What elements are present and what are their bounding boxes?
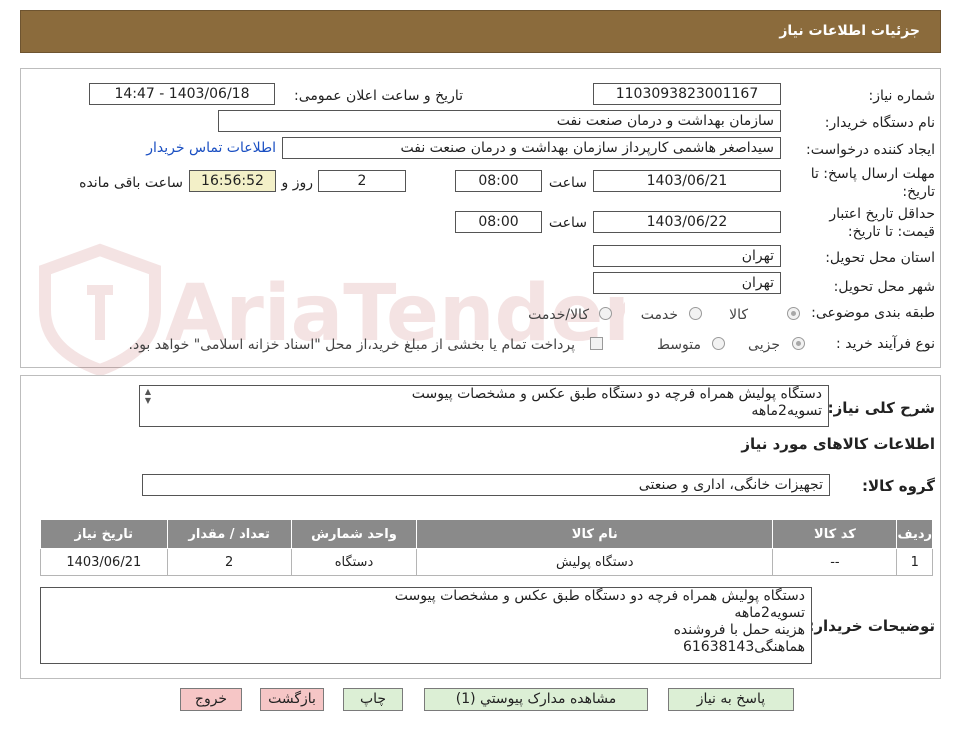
price-validity-label-2: قیمت: تا تاریخ: (847, 224, 935, 240)
announce-datetime-field: 1403/06/18 - 14:47 (89, 83, 275, 105)
view-attachments-button[interactable]: مشاهده مدارک پیوستي (1) (424, 688, 648, 711)
buyer-notes-line-3: هزینه حمل با فروشنده (673, 622, 805, 638)
price-validity-time-field: 08:00 (455, 211, 542, 233)
province-field: تهران (593, 245, 781, 267)
page-header: جزئیات اطلاعات نیاز (20, 10, 941, 53)
cell-unit: دستگاه (290, 548, 418, 576)
back-button[interactable]: بازگشت (260, 688, 324, 711)
reply-time-label: ساعت (548, 175, 587, 191)
goods-group-label: گروه کالا: (862, 477, 935, 495)
price-validity-time-label: ساعت (548, 215, 587, 231)
reply-date-field: 1403/06/21 (593, 170, 781, 192)
buyer-notes-textarea: دستگاه پولیش همراه فرچه دو دستگاه طبق عک… (40, 587, 812, 664)
process-option-medium: متوسط (657, 337, 701, 353)
price-validity-date-field: 1403/06/22 (593, 211, 781, 233)
requester-label: ایجاد کننده درخواست: (806, 142, 935, 158)
city-label: شهر محل تحویل: (833, 279, 935, 295)
reply-time-field: 08:00 (455, 170, 542, 192)
summary-line-1: دستگاه پولیش همراه فرچه دو دستگاه طبق عک… (411, 386, 822, 402)
exit-button[interactable]: خروج (180, 688, 242, 711)
remaining-time-label: ساعت باقی مانده (79, 175, 183, 191)
buyer-notes-line-4: هماهنگی61638143 (682, 639, 805, 655)
remaining-days-field: 2 (318, 170, 406, 192)
buyer-org-field: سازمان بهداشت و درمان صنعت نفت (218, 110, 781, 132)
buyer-notes-label: توضیحات خریدار: (808, 617, 935, 635)
price-validity-label-1: حداقل تاریخ اعتبار (829, 206, 935, 222)
buyer-notes-line-1: دستگاه پولیش همراه فرچه دو دستگاه طبق عک… (394, 588, 805, 604)
cell-goods-code: -- (772, 548, 898, 576)
buyer-notes-line-2: تسویه2ماهه (734, 605, 805, 621)
cell-quantity: 2 (166, 548, 292, 576)
reply-deadline-label-1: مهلت ارسال پاسخ: تا (810, 166, 935, 182)
announce-datetime-label: تاریخ و ساعت اعلان عمومی: (294, 88, 463, 104)
summary-textarea: دستگاه پولیش همراه فرچه دو دستگاه طبق عک… (139, 385, 829, 427)
reply-deadline-label-2: تاریخ: (902, 184, 935, 200)
category-radio-goods[interactable] (787, 307, 800, 320)
need-number-label: شماره نیاز: (868, 88, 936, 104)
remaining-days-label: روز و (281, 175, 314, 191)
table-row: 1 -- دستگاه پولیش دستگاه 2 1403/06/21 (40, 548, 933, 576)
category-option-goods-service: کالا/خدمت (528, 307, 589, 323)
category-option-goods: کالا (729, 307, 748, 323)
remaining-time-field: 16:56:52 (189, 170, 276, 192)
category-radio-goods-service[interactable] (599, 307, 612, 320)
summary-scroll-arrows[interactable]: ▲ ▼ (141, 387, 155, 405)
cell-goods-name: دستگاه پولیش (416, 548, 774, 576)
buyer-contact-link[interactable]: اطلاعات تماس خریدار (146, 140, 276, 156)
goods-table: ردیف کد کالا نام کالا واحد شمارش تعداد /… (40, 519, 933, 576)
need-number-field: 1103093823001167 (593, 83, 781, 105)
treasury-payment-note: پرداخت تمام یا بخشی از مبلغ خرید،از محل … (128, 337, 575, 353)
col-row-number: ردیف (896, 519, 933, 549)
summary-line-2: تسویه2ماهه (751, 403, 822, 419)
col-goods-code: کد کالا (772, 519, 898, 549)
category-option-service: خدمت (640, 307, 678, 323)
treasury-payment-checkbox[interactable] (590, 337, 603, 350)
print-button[interactable]: چاپ (343, 688, 403, 711)
col-quantity: تعداد / مقدار (166, 519, 292, 549)
process-type-label: نوع فرآیند خرید : (836, 336, 935, 352)
col-goods-name: نام کالا (416, 519, 774, 549)
province-label: استان محل تحویل: (825, 250, 935, 266)
col-unit: واحد شمارش (290, 519, 418, 549)
goods-info-title: اطلاعات کالاهای مورد نیاز (741, 435, 935, 453)
reply-to-need-button[interactable]: پاسخ به نیاز (668, 688, 794, 711)
city-field: تهران (593, 272, 781, 294)
category-radio-service[interactable] (689, 307, 702, 320)
requester-field: سیداصغر هاشمی کارپرداز سازمان بهداشت و د… (282, 137, 781, 159)
process-radio-medium[interactable] (712, 337, 725, 350)
cell-need-date: 1403/06/21 (40, 548, 168, 576)
col-need-date: تاریخ نیاز (40, 519, 168, 549)
summary-label: شرح کلی نیاز: (827, 399, 935, 417)
goods-group-field: تجهیزات خانگی، اداری و صنعتی (142, 474, 830, 496)
process-radio-minor[interactable] (792, 337, 805, 350)
category-label: طبقه بندی موضوعی: (811, 305, 935, 321)
cell-row-number: 1 (896, 548, 933, 576)
goods-table-header: ردیف کد کالا نام کالا واحد شمارش تعداد /… (40, 519, 933, 549)
buyer-org-label: نام دستگاه خریدار: (824, 115, 935, 131)
page-title: جزئیات اطلاعات نیاز (779, 23, 920, 39)
process-option-minor: جزیی (748, 337, 780, 353)
